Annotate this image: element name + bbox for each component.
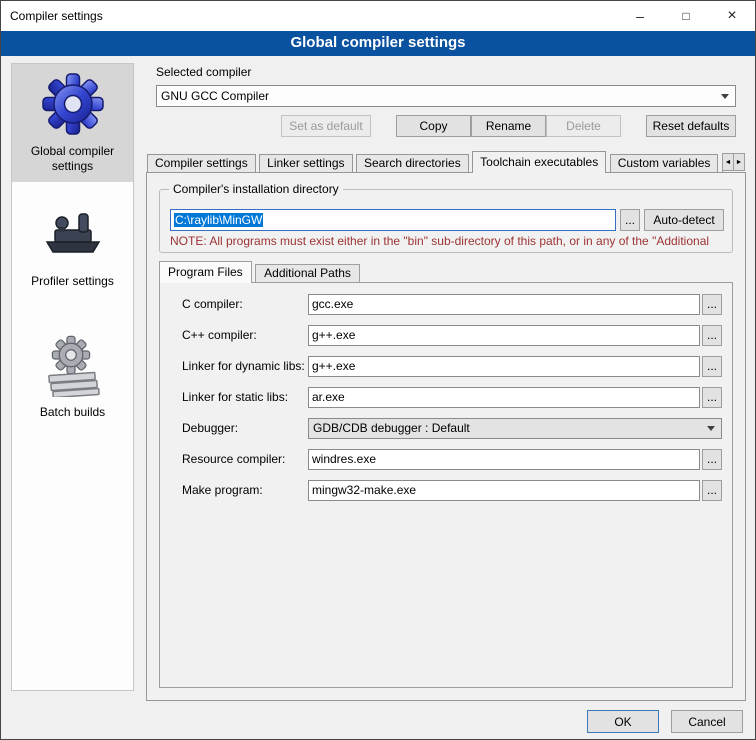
debugger-value: GDB/CDB debugger : Default — [313, 421, 470, 435]
c-compiler-row: C compiler: ... — [182, 293, 722, 315]
cpp-compiler-row: C++ compiler: ... — [182, 324, 722, 346]
blue-gear-icon — [41, 72, 105, 136]
installation-directory-browse-button[interactable]: ... — [620, 209, 640, 231]
sidebar-item-batch-builds[interactable]: Batch builds — [12, 325, 133, 428]
reset-defaults-button[interactable]: Reset defaults — [646, 115, 736, 137]
resource-compiler-row: Resource compiler: ... — [182, 448, 722, 470]
sidebar-item-profiler-settings[interactable]: Profiler settings — [12, 194, 133, 297]
caption-buttons: – □ × — [617, 1, 755, 31]
installation-directory-value: C:\raylib\MinGW — [174, 213, 263, 227]
cpp-compiler-browse-button[interactable]: ... — [702, 325, 722, 346]
sidebar-item-label: Profiler settings — [14, 274, 131, 289]
tab-custom-variables[interactable]: Custom variables — [610, 154, 719, 172]
program-files-panel: C compiler: ... C++ compiler: ... Linker… — [159, 282, 733, 688]
close-button[interactable]: × — [709, 1, 755, 31]
c-compiler-label: C compiler: — [182, 297, 308, 311]
settings-tab-strip: Compiler settings Linker settings Search… — [147, 151, 725, 174]
dynamic-linker-browse-button[interactable]: ... — [702, 356, 722, 377]
rename-button[interactable]: Rename — [471, 115, 546, 137]
c-compiler-input[interactable] — [308, 294, 700, 315]
chevron-down-icon — [721, 94, 729, 99]
make-program-input[interactable] — [308, 480, 700, 501]
bin-subdirectory-note: NOTE: All programs must exist either in … — [170, 234, 731, 248]
tab-scroll-right-button[interactable]: ► — [733, 153, 745, 171]
tab-compiler-settings[interactable]: Compiler settings — [147, 154, 256, 172]
installation-directory-group: Compiler's installation directory C:\ray… — [159, 189, 733, 253]
static-linker-row: Linker for static libs: ... — [182, 386, 722, 408]
window-title: Compiler settings — [1, 9, 103, 23]
resource-compiler-label: Resource compiler: — [182, 452, 308, 466]
maximize-button[interactable]: □ — [663, 1, 709, 31]
resource-compiler-browse-button[interactable]: ... — [702, 449, 722, 470]
settings-category-list: Global compiler settings Profiler settin… — [11, 63, 134, 691]
cpp-compiler-label: C++ compiler: — [182, 328, 308, 342]
copy-button[interactable]: Copy — [396, 115, 471, 137]
chevron-down-icon — [707, 426, 715, 431]
c-compiler-browse-button[interactable]: ... — [702, 294, 722, 315]
dialog-header: Global compiler settings — [1, 31, 755, 56]
make-program-label: Make program: — [182, 483, 308, 497]
dynamic-linker-row: Linker for dynamic libs: ... — [182, 355, 722, 377]
selected-compiler-dropdown[interactable]: GNU GCC Compiler — [156, 85, 736, 107]
toolchain-executables-panel: Compiler's installation directory C:\ray… — [146, 172, 746, 701]
sidebar-item-label: Global compiler settings — [14, 144, 131, 174]
debugger-dropdown[interactable]: GDB/CDB debugger : Default — [308, 418, 722, 439]
sidebar-item-global-compiler-settings[interactable]: Global compiler settings — [12, 64, 133, 182]
minimize-button[interactable]: – — [617, 1, 663, 31]
tab-scroll-buttons: ◄ ► — [722, 153, 745, 171]
tab-additional-paths[interactable]: Additional Paths — [255, 264, 360, 282]
tab-program-files[interactable]: Program Files — [159, 261, 252, 283]
make-program-row: Make program: ... — [182, 479, 722, 501]
tab-toolchain-executables[interactable]: Toolchain executables — [472, 151, 606, 173]
dynamic-linker-input[interactable] — [308, 356, 700, 377]
static-linker-label: Linker for static libs: — [182, 390, 308, 404]
cancel-button[interactable]: Cancel — [671, 710, 743, 733]
auto-detect-button[interactable]: Auto-detect — [644, 209, 724, 231]
installation-directory-row: C:\raylib\MinGW ... Auto-detect — [170, 209, 724, 231]
debugger-row: Debugger: GDB/CDB debugger : Default — [182, 417, 722, 439]
selected-compiler-value: GNU GCC Compiler — [157, 89, 269, 103]
profiler-plane-icon — [41, 202, 105, 266]
main-panel: Selected compiler GNU GCC Compiler Set a… — [146, 63, 746, 713]
installation-directory-input[interactable]: C:\raylib\MinGW — [170, 209, 616, 231]
dialog-content: Global compiler settings Profiler settin… — [1, 56, 755, 739]
compiler-buttons-row: Set as default Copy Rename Delete Reset … — [156, 115, 736, 137]
tab-search-directories[interactable]: Search directories — [356, 154, 469, 172]
program-files-tab-strip: Program Files Additional Paths — [159, 261, 359, 284]
title-bar: Compiler settings – □ × — [1, 1, 755, 31]
resource-compiler-input[interactable] — [308, 449, 700, 470]
delete-button[interactable]: Delete — [546, 115, 621, 137]
gray-gear-stack-icon — [41, 333, 105, 397]
ok-button[interactable]: OK — [587, 710, 659, 733]
debugger-label: Debugger: — [182, 421, 308, 435]
compiler-settings-dialog: Compiler settings – □ × Global compiler … — [0, 0, 756, 740]
set-as-default-button[interactable]: Set as default — [281, 115, 371, 137]
installation-directory-label: Compiler's installation directory — [169, 182, 343, 196]
static-linker-browse-button[interactable]: ... — [702, 387, 722, 408]
tab-linker-settings[interactable]: Linker settings — [259, 154, 352, 172]
cpp-compiler-input[interactable] — [308, 325, 700, 346]
static-linker-input[interactable] — [308, 387, 700, 408]
dynamic-linker-label: Linker for dynamic libs: — [182, 359, 308, 373]
sidebar-item-label: Batch builds — [14, 405, 131, 420]
make-program-browse-button[interactable]: ... — [702, 480, 722, 501]
selected-compiler-label: Selected compiler — [156, 65, 251, 79]
